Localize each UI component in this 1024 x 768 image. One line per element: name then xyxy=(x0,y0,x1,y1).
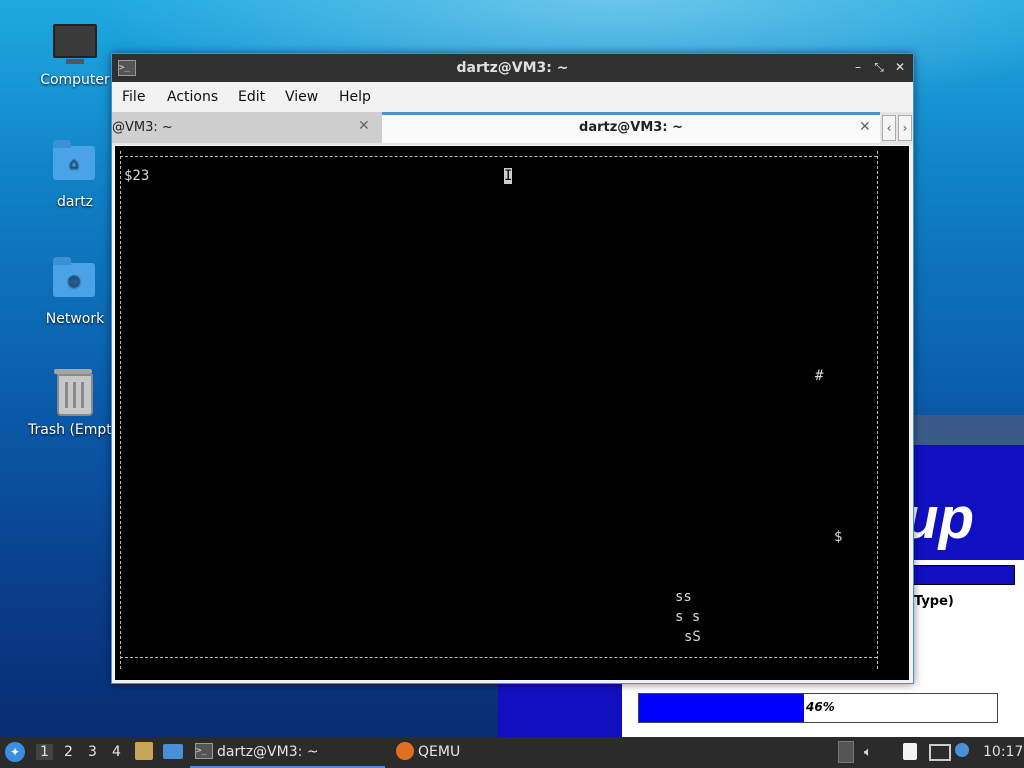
workspace-3[interactable]: 3 xyxy=(88,744,97,760)
tab-bar: @VM3: ~ ✕ dartz@VM3: ~ ✕ ‹ › xyxy=(112,112,913,145)
home-folder-icon: ⌂ xyxy=(53,140,97,188)
game-money-item: $ xyxy=(834,529,843,545)
terminal-titlebar[interactable]: >_ dartz@VM3: ~ – ⤡ ✕ xyxy=(112,54,913,82)
game-border-top xyxy=(120,156,877,157)
install-progress-bar: 46% xyxy=(638,693,998,723)
trash-icon xyxy=(53,369,97,416)
taskbar-item-terminal[interactable]: >_ dartz@VM3: ~ xyxy=(190,737,385,768)
file-manager-icon[interactable] xyxy=(135,742,153,760)
tab-label: dartz@VM3: ~ xyxy=(579,120,683,135)
minimize-button[interactable]: – xyxy=(851,60,865,74)
menu-file[interactable]: File xyxy=(122,89,145,105)
clipboard-icon[interactable] xyxy=(903,743,917,760)
taskbar-item-label: QEMU xyxy=(418,744,461,760)
taskbar-item-qemu[interactable]: QEMU xyxy=(392,737,572,766)
taskbar: ✦ 1 2 3 4 >_ dartz@VM3: ~ QEMU 🔈︎ 10:17 xyxy=(0,737,1024,768)
tab-scroll-right-icon[interactable]: › xyxy=(898,115,912,141)
network-icon[interactable] xyxy=(929,744,951,761)
workspace-2[interactable]: 2 xyxy=(64,744,73,760)
maximize-button[interactable]: ⤡ xyxy=(872,60,886,74)
clock[interactable]: 10:17 xyxy=(983,744,1023,760)
workspace-1[interactable]: 1 xyxy=(36,744,53,760)
score-text: $23 xyxy=(124,168,150,184)
tab-scroll-left-icon[interactable]: ‹ xyxy=(882,115,896,141)
desktop-icon-dartz[interactable]: ⌂ dartz xyxy=(25,140,125,210)
progress-label: 46% xyxy=(806,700,835,714)
tab-label: @VM3: ~ xyxy=(112,120,173,135)
network-folder-icon: ◍ xyxy=(53,257,97,305)
start-menu-icon[interactable]: ✦ xyxy=(5,742,25,762)
desktop-icon-network[interactable]: ◍ Network xyxy=(25,257,125,327)
snake-head-row: sS xyxy=(684,629,701,645)
workspace-4[interactable]: 4 xyxy=(112,744,121,760)
show-desktop-icon[interactable] xyxy=(163,744,183,759)
desktop-icon-label: Computer xyxy=(40,72,110,88)
taskbar-item-label: dartz@VM3: ~ xyxy=(217,744,319,760)
menu-actions[interactable]: Actions xyxy=(167,89,218,105)
tab-close-icon[interactable]: ✕ xyxy=(859,119,871,135)
game-border-right xyxy=(877,151,878,669)
snake-segment-row: s s xyxy=(675,609,701,625)
menu-help[interactable]: Help xyxy=(339,89,371,105)
game-hash-item: # xyxy=(815,368,824,384)
terminal-icon: >_ xyxy=(195,743,213,759)
game-border-left xyxy=(120,151,121,669)
qemu-icon xyxy=(396,742,414,760)
menu-edit[interactable]: Edit xyxy=(238,89,265,105)
menu-view[interactable]: View xyxy=(285,89,318,105)
desktop-icon-computer[interactable]: Computer xyxy=(25,24,125,88)
terminal-screen[interactable]: $23 I # $ ss s s sS xyxy=(115,146,909,680)
computer-icon xyxy=(53,24,97,66)
desktop-icon-label: Network xyxy=(45,311,105,327)
progress-fill xyxy=(639,694,804,722)
setup-header-bar xyxy=(912,565,1015,585)
volume-icon[interactable]: 🔈︎ xyxy=(864,745,872,760)
tab-close-icon[interactable]: ✕ xyxy=(358,118,370,134)
tab-active[interactable]: dartz@VM3: ~ ✕ xyxy=(382,112,880,143)
menubar: File Actions Edit View Help xyxy=(112,82,913,112)
game-border-bottom xyxy=(120,657,877,658)
update-notifier-icon[interactable] xyxy=(955,743,969,757)
text-cursor: I xyxy=(504,168,513,184)
window-title: dartz@VM3: ~ xyxy=(456,60,569,76)
setup-field-text: Type) xyxy=(914,594,954,609)
tray-scroll-icon[interactable] xyxy=(838,741,854,763)
snake-segment-row: ss xyxy=(675,589,692,605)
close-button[interactable]: ✕ xyxy=(893,60,907,74)
terminal-window[interactable]: >_ dartz@VM3: ~ – ⤡ ✕ File Actions Edit … xyxy=(111,53,914,684)
desktop-icon-label: dartz xyxy=(56,194,94,210)
tab-inactive[interactable]: @VM3: ~ ✕ xyxy=(112,112,382,143)
